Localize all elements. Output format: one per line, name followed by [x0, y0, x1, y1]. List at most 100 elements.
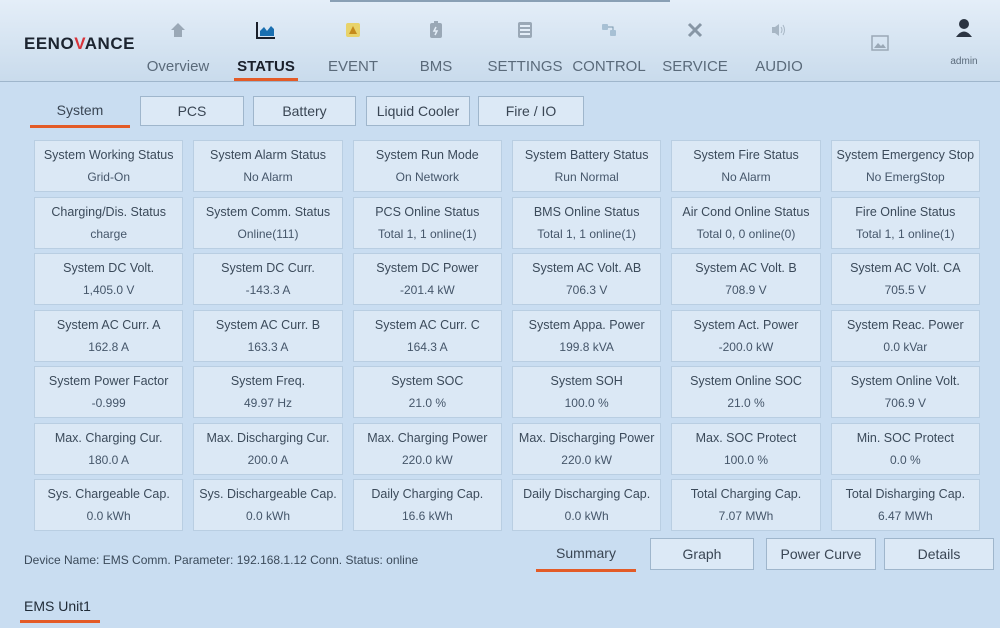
- status-cell: Total Charging Cap. 7.07 MWh: [671, 479, 821, 531]
- tab-label: Power Curve: [780, 546, 862, 562]
- status-cell-label: System Freq.: [230, 374, 306, 388]
- control-icon: [599, 20, 619, 40]
- status-cell: Total Disharging Cap. 6.47 MWh: [830, 479, 980, 531]
- subtab-label: System: [56, 102, 104, 118]
- user-avatar-icon: [954, 18, 974, 38]
- status-cell: Max. Discharging Power 220.0 kW: [511, 422, 662, 475]
- status-cell-label: Max. Discharging Cur.: [206, 430, 330, 445]
- status-cell: Charging/Dis. Status charge: [34, 196, 184, 249]
- logo-text-b: ANCE: [84, 34, 135, 53]
- status-cell: Max. Charging Power 220.0 kW: [352, 422, 502, 475]
- status-cell-label: System AC Volt. B: [695, 261, 797, 275]
- status-grid: System Working Status Grid-On System Alarm…: [34, 140, 980, 536]
- status-cell-label: Air Cond Online Status: [682, 204, 810, 219]
- status-cell: System AC Volt. B 708.9 V: [671, 253, 821, 305]
- status-cell-label: Total Charging Cap.: [690, 487, 802, 501]
- status-cell: Max. SOC Protect 100.0 %: [671, 422, 821, 475]
- nav-bms[interactable]: BMS: [405, 0, 467, 82]
- nav-label-bms: BMS: [419, 58, 453, 75]
- status-cell-value: 21.0 %: [408, 396, 446, 410]
- status-cell-label: BMS Online Status: [533, 204, 640, 219]
- tab-graph[interactable]: Graph: [650, 538, 754, 570]
- status-cell-label: Daily Discharging Cap.: [523, 487, 651, 501]
- status-cell: System AC Volt. CA 705.5 V: [830, 253, 980, 305]
- user-menu[interactable]: admin: [942, 0, 986, 82]
- tab-label: Summary: [556, 545, 616, 561]
- status-cell: System Battery Status Run Normal: [511, 140, 662, 192]
- tab-label: Details: [917, 546, 961, 562]
- status-cell-value: Online(111): [237, 226, 299, 241]
- nav-label-event: EVENT: [327, 58, 378, 75]
- status-cell: System Online SOC 21.0 %: [671, 366, 821, 418]
- status-cell-value: No Alarm: [243, 170, 293, 184]
- status-cell: System Comm. Status Online(111): [193, 196, 343, 249]
- status-cell-label: System Online SOC: [690, 374, 802, 388]
- nav-overview[interactable]: Overview: [140, 0, 216, 82]
- status-cell: System SOH 100.0 %: [511, 366, 662, 418]
- brand-logo: EENOVANCE: [24, 34, 135, 54]
- status-cell-value: Total 1, 1 online(1): [855, 226, 955, 241]
- subtab-label: Battery: [282, 103, 327, 119]
- status-cell-value: No EmergStop: [865, 170, 945, 184]
- status-cell-label: System Comm. Status: [205, 204, 331, 219]
- status-cell: Sys. Dischargeable Cap. 0.0 kWh: [193, 479, 343, 531]
- status-cell-label: System AC Curr. A: [56, 317, 161, 332]
- status-cell-value: 1,405.0 V: [82, 283, 135, 297]
- status-cell: System AC Curr. B 163.3 A: [193, 309, 343, 362]
- subtab-system[interactable]: System: [30, 96, 130, 128]
- subtab-fire-io[interactable]: Fire / IO: [478, 96, 584, 126]
- logo-text-a: EENO: [24, 34, 75, 53]
- status-cell-value: Total 1, 1 online(1): [377, 226, 477, 241]
- tab-summary[interactable]: Summary: [536, 538, 636, 572]
- status-cell: System Online Volt. 706.9 V: [830, 366, 980, 418]
- subtab-battery[interactable]: Battery: [253, 96, 356, 126]
- status-cell: System Freq. 49.97 Hz: [193, 366, 343, 418]
- unit-tab-label: EMS Unit1: [24, 598, 91, 614]
- subtab-active-underline: [30, 125, 130, 128]
- status-cell: System Appa. Power 199.8 kVA: [511, 309, 662, 362]
- nav-status[interactable]: STATUS: [228, 0, 304, 82]
- status-cell-label: System Battery Status: [524, 148, 649, 162]
- status-cell-label: Min. SOC Protect: [856, 430, 954, 445]
- status-cell-label: System Fire Status: [693, 148, 799, 162]
- subtab-label: Liquid Cooler: [376, 103, 460, 119]
- battery-icon: [426, 20, 446, 40]
- status-cell-label: System DC Volt.: [63, 261, 155, 275]
- nav-settings[interactable]: SETTINGS: [484, 0, 566, 82]
- nav-label-status: STATUS: [237, 58, 295, 75]
- screenshot-button[interactable]: [860, 0, 900, 82]
- status-cell: System Act. Power -200.0 kW: [671, 309, 821, 362]
- status-cell-value: 705.5 V: [884, 283, 926, 297]
- status-cell-label: Max. Charging Cur.: [54, 430, 163, 445]
- status-cell: Min. SOC Protect 0.0 %: [830, 422, 980, 475]
- status-cell-label: Total Disharging Cap.: [845, 487, 966, 501]
- status-cell: Max. Charging Cur. 180.0 A: [34, 422, 184, 475]
- subtab-pcs[interactable]: PCS: [140, 96, 244, 126]
- status-cell-label: System Online Volt.: [850, 374, 960, 388]
- logo-text-mark: V: [74, 34, 85, 53]
- status-cell-label: System AC Curr. C: [374, 317, 480, 332]
- status-cell-value: 164.3 A: [406, 339, 448, 354]
- nav-label-settings: SETTINGS: [487, 58, 563, 75]
- status-cell-value: 0.0 kVar: [883, 339, 928, 354]
- status-cell-label: System Appa. Power: [528, 317, 645, 332]
- tab-power-curve[interactable]: Power Curve: [766, 538, 876, 570]
- nav-service[interactable]: SERVICE: [656, 0, 734, 82]
- tab-details[interactable]: Details: [884, 538, 994, 570]
- status-cell: System DC Volt. 1,405.0 V: [34, 253, 184, 305]
- status-cell: System DC Curr. -143.3 A: [193, 253, 343, 305]
- nav-control[interactable]: CONTROL: [568, 0, 650, 82]
- status-cell-value: 21.0 %: [727, 396, 765, 410]
- nav-event[interactable]: EVENT: [320, 0, 386, 82]
- nav-audio[interactable]: AUDIO: [745, 0, 813, 82]
- subtab-label: PCS: [177, 103, 207, 119]
- status-cell-value: 6.47 MWh: [877, 509, 933, 523]
- nav-active-underline: [234, 78, 298, 81]
- unit-tab-ems-unit1[interactable]: EMS Unit1: [20, 598, 100, 623]
- status-cell: System AC Volt. AB 706.3 V: [511, 253, 662, 305]
- status-cell-label: System Power Factor: [48, 374, 169, 388]
- user-label: admin: [950, 56, 978, 67]
- status-cell: Sys. Chargeable Cap. 0.0 kWh: [34, 479, 184, 531]
- status-cell-value: 708.9 V: [725, 283, 767, 297]
- subtab-liquid-cooler[interactable]: Liquid Cooler: [366, 96, 470, 126]
